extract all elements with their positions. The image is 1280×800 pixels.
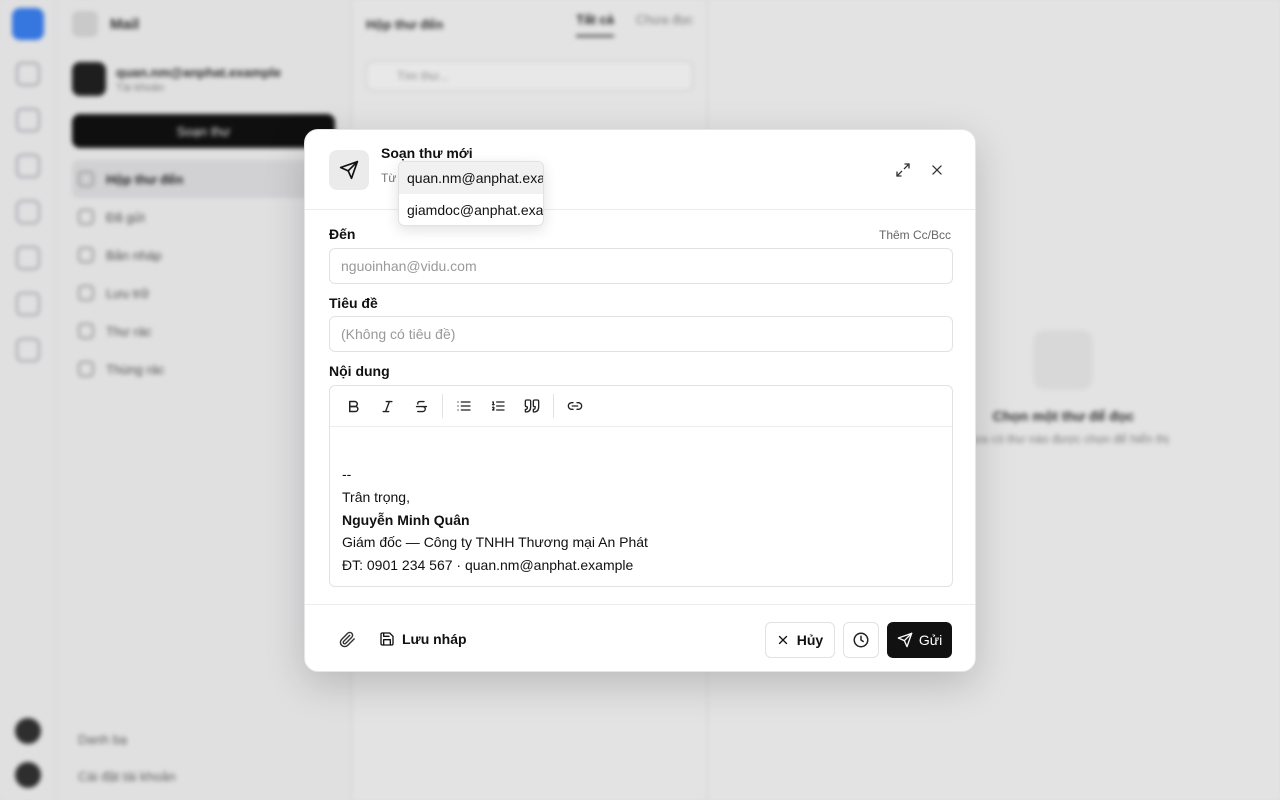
from-label: Từ — [381, 171, 397, 185]
save-draft-button[interactable]: Lưu nháp — [379, 629, 467, 649]
dialog-title: Soạn thư mới — [381, 145, 473, 161]
quote-icon — [524, 399, 540, 413]
close-icon — [778, 635, 787, 645]
link-button[interactable] — [564, 395, 586, 417]
cancel-label: Hủy — [796, 632, 824, 648]
body-editor: -- Trân trọng, Nguyễn Minh Quân Giám đốc… — [329, 385, 953, 587]
subject-label: Tiêu đề — [329, 295, 378, 311]
save-icon — [380, 632, 394, 646]
save-draft-label: Lưu nháp — [402, 631, 467, 647]
to-input[interactable]: nguoinhan@vidu.com — [329, 248, 953, 284]
toolbar-divider — [553, 394, 554, 418]
attach-button[interactable] — [337, 629, 357, 649]
bullet-list-icon — [457, 401, 471, 411]
from-option[interactable]: quan.nm@anphat.example — [399, 162, 543, 194]
italic-icon — [381, 400, 393, 412]
send-button[interactable]: Gửi — [887, 622, 952, 658]
from-option[interactable]: giamdoc@anphat.example — [399, 194, 543, 225]
paperclip-icon — [339, 631, 355, 647]
close-icon — [932, 165, 942, 175]
close-button[interactable] — [927, 160, 947, 180]
strikethrough-button[interactable] — [410, 395, 432, 417]
format-toolbar — [330, 386, 952, 427]
subject-input[interactable]: (Không có tiêu đề) — [329, 316, 953, 352]
signature-name: Nguyễn Minh Quân — [342, 511, 470, 528]
bold-button[interactable] — [342, 395, 364, 417]
toolbar-divider — [442, 394, 443, 418]
quote-button[interactable] — [521, 395, 543, 417]
from-dropdown: quan.nm@anphat.example giamdoc@anphat.ex… — [398, 161, 544, 226]
expand-button[interactable] — [893, 160, 913, 180]
send-icon — [897, 632, 913, 648]
send-label: Gửi — [918, 632, 943, 648]
dialog-footer: Lưu nháp Hủy Gửi — [305, 604, 975, 672]
to-label: Đến — [329, 226, 356, 242]
add-cc-bcc-link[interactable]: Thêm Cc/Bcc — [879, 228, 951, 242]
signature-separator: -- — [342, 466, 352, 482]
link-icon — [567, 402, 583, 410]
numbered-list-button[interactable] — [487, 395, 509, 417]
italic-button[interactable] — [376, 395, 398, 417]
schedule-send-button[interactable] — [843, 622, 879, 658]
bullet-list-button[interactable] — [453, 395, 475, 417]
send-icon — [329, 150, 369, 190]
signature-contact: ĐT: 0901 234 567 · quan.nm@anphat.exampl… — [342, 557, 634, 574]
bold-icon — [348, 400, 359, 412]
numbered-list-icon — [492, 401, 505, 411]
clock-icon — [853, 632, 869, 648]
signature-closing: Trân trọng, — [342, 488, 410, 505]
editor-content[interactable]: -- Trân trọng, Nguyễn Minh Quân Giám đốc… — [330, 427, 952, 577]
dialog-header: Soạn thư mới Từ quan.nm@anphat.example g… — [305, 130, 975, 226]
strikethrough-icon — [415, 400, 427, 412]
body-label: Nội dung — [329, 363, 390, 379]
cancel-button[interactable]: Hủy — [765, 622, 835, 658]
signature-position: Giám đốc — Công ty TNHH Thương mại An Ph… — [342, 534, 648, 551]
expand-icon — [896, 163, 910, 177]
compose-dialog: Soạn thư mới Từ quan.nm@anphat.example g… — [304, 129, 976, 672]
